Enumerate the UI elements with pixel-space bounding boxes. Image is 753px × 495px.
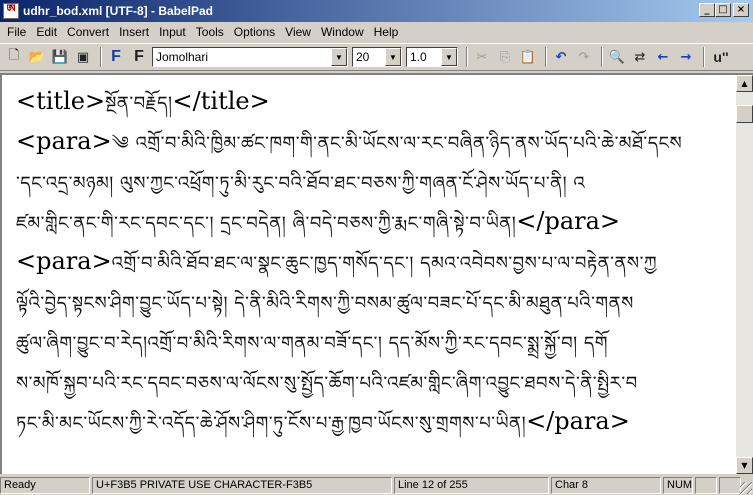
app-icon[interactable]: ཨ bbox=[3, 2, 19, 19]
line-tibetan-text: ཏང་མི་མང་ཡོངས་ཀྱི་རེ་འདོད་ཆེ་ཤོས་ཤིག་ཏུ་… bbox=[16, 413, 527, 434]
line-tibetan-text: ཛམ་གླིང་ནང་གི་རང་དབང་དང་། དྲང་བདེན། ཞི་བ… bbox=[16, 213, 517, 234]
status-num: NUM bbox=[663, 476, 693, 494]
chevron-down-icon[interactable]: ▼ bbox=[441, 48, 457, 66]
menu-help[interactable]: Help bbox=[369, 23, 404, 41]
line-markup-close: </title> bbox=[172, 87, 270, 115]
menu-convert[interactable]: Convert bbox=[62, 23, 114, 41]
chevron-down-icon[interactable]: ▼ bbox=[385, 48, 401, 66]
vertical-scrollbar[interactable]: ▲ ▼ bbox=[736, 75, 753, 474]
line-tibetan-text: ཚུལ་ཞིག་བྱུང་བ་རེད།འགྲོ་བ་མིའི་རིགས་ལ་གན… bbox=[16, 333, 608, 354]
menu-view[interactable]: View bbox=[280, 23, 316, 41]
arrow-right-icon[interactable]: → bbox=[676, 47, 696, 67]
menu-bar: File Edit Convert Insert Input Tools Opt… bbox=[0, 22, 753, 42]
status-state: Ready bbox=[0, 476, 90, 494]
line-markup-open: <para> bbox=[16, 127, 112, 155]
cut-icon[interactable]: ✂ bbox=[472, 47, 492, 67]
unicode-button[interactable]: u'' bbox=[709, 47, 733, 67]
menu-insert[interactable]: Insert bbox=[114, 23, 154, 41]
minimize-button[interactable]: _ bbox=[699, 3, 715, 17]
status-empty bbox=[719, 476, 741, 494]
menu-file[interactable]: File bbox=[2, 23, 31, 41]
line-markup-open: <para> bbox=[16, 247, 112, 275]
scroll-up-icon[interactable]: ▲ bbox=[736, 75, 753, 92]
replace-icon[interactable]: ⇄ bbox=[630, 47, 650, 67]
copy-icon[interactable]: ⎘ bbox=[495, 47, 515, 67]
status-char-pos: Char 8 bbox=[551, 476, 661, 494]
scroll-down-icon[interactable]: ▼ bbox=[736, 457, 753, 474]
find-icon[interactable]: 🔍 bbox=[607, 47, 627, 67]
line-markup-open: <title> bbox=[16, 87, 106, 115]
maximize-button[interactable]: □ bbox=[715, 3, 731, 17]
window-title: udhr_bod.xml [UTF-8] - BabelPad bbox=[23, 4, 214, 18]
status-bar: Ready U+F3B5 PRIVATE USE CHARACTER-F3B5 … bbox=[0, 475, 753, 495]
toolbar: 🗋 📂 💾 ▣ F F Jomolhari ▼ 20 ▼ 1.0 ▼ ✂ ⎘ 📋… bbox=[0, 43, 753, 71]
paste-icon[interactable]: 📋 bbox=[518, 47, 538, 67]
line-spacing-value: 1.0 bbox=[410, 50, 427, 64]
document-text[interactable]: <title>སྔོན་བརྗོད།</title> <para>༄ འགྲོ་… bbox=[16, 81, 732, 441]
close-button[interactable]: × bbox=[733, 3, 749, 17]
chevron-down-icon[interactable]: ▼ bbox=[331, 48, 347, 66]
line-tibetan-text: ལྟོའི་བྱེད་སྟངས་ཤིག་བྱུང་ཡོད་པ་སྟེ། དེ་ན… bbox=[16, 293, 634, 314]
text-line: <para>༄ འགྲོ་བ་མིའི་ཁྱིམ་ཚང་ཁག་གི་ནང་མི་… bbox=[16, 121, 732, 161]
menu-window[interactable]: Window bbox=[316, 23, 369, 41]
scroll-thumb[interactable] bbox=[736, 105, 753, 123]
menu-tools[interactable]: Tools bbox=[191, 23, 229, 41]
text-editor[interactable]: <title>སྔོན་བརྗོད།</title> <para>༄ འགྲོ་… bbox=[0, 73, 753, 474]
font-name-value: Jomolhari bbox=[156, 50, 209, 64]
open-folder-icon[interactable]: 📂 bbox=[27, 47, 47, 67]
toolbar-separator bbox=[466, 47, 468, 67]
status-line-info: Line 12 of 255 bbox=[394, 476, 549, 494]
undo-icon[interactable]: ↶ bbox=[551, 47, 571, 67]
text-line: <title>སྔོན་བརྗོད།</title> bbox=[16, 81, 732, 121]
redo-icon[interactable]: ↷ bbox=[574, 47, 594, 67]
text-line: ཏང་མི་མང་ཡོངས་ཀྱི་རེ་འདོད་ཆེ་ཤོས་ཤིག་ཏུ་… bbox=[16, 401, 732, 441]
toolbar-separator bbox=[703, 47, 705, 67]
line-tibetan-text: ༄ འགྲོ་བ་མིའི་ཁྱིམ་ཚང་ཁག་གི་ནང་མི་ཡོངས་ལ… bbox=[111, 133, 683, 154]
window-controls: _ □ × bbox=[699, 3, 749, 17]
font-button-1[interactable]: F bbox=[106, 47, 126, 67]
line-spacing-select[interactable]: 1.0 ▼ bbox=[406, 47, 458, 67]
menu-edit[interactable]: Edit bbox=[31, 23, 62, 41]
line-tibetan-text: སྔོན་བརྗོད། bbox=[105, 93, 173, 114]
new-file-icon[interactable]: 🗋 bbox=[4, 47, 24, 67]
toolbar-separator bbox=[100, 47, 102, 67]
line-tibetan-text: ་དང་འདྲ་མཉམ། ལུས་ཀྱང་འཕྲོག་ཏུ་མི་རུང་བའི… bbox=[16, 173, 586, 194]
text-line: ་དང་འདྲ་མཉམ། ལུས་ཀྱང་འཕྲོག་ཏུ་མི་རུང་བའི… bbox=[16, 161, 732, 201]
line-tibetan-text: ས་མཁོ་སྐྱབ་པའི་རང་དབང་བཅས་ལ་ལོངས་སུ་སྤྱོ… bbox=[16, 373, 638, 394]
font-name-select[interactable]: Jomolhari ▼ bbox=[152, 47, 348, 67]
text-line: ས་མཁོ་སྐྱབ་པའི་རང་དབང་བཅས་ལ་ལོངས་སུ་སྤྱོ… bbox=[16, 361, 732, 401]
font-size-value: 20 bbox=[356, 50, 370, 64]
text-line: <para>འགྲོ་བ་མིའི་ཐོབ་ཐང་ལ་སྣང་ཆུང་ཁྱད་ག… bbox=[16, 241, 732, 281]
title-bar[interactable]: ཨ udhr_bod.xml [UTF-8] - BabelPad _ □ × bbox=[0, 0, 753, 22]
menu-options[interactable]: Options bbox=[229, 23, 280, 41]
line-markup-close: </para> bbox=[516, 207, 621, 235]
status-char-info: U+F3B5 PRIVATE USE CHARACTER-F3B5 bbox=[92, 476, 392, 494]
line-tibetan-text: འགྲོ་བ་མིའི་ཐོབ་ཐང་ལ་སྣང་ཆུང་ཁྱད་གསོད་དང… bbox=[111, 253, 658, 274]
save-all-icon[interactable]: ▣ bbox=[73, 47, 93, 67]
toolbar-separator bbox=[545, 47, 547, 67]
save-icon[interactable]: 💾 bbox=[50, 47, 70, 67]
font-size-select[interactable]: 20 ▼ bbox=[352, 47, 402, 67]
status-empty bbox=[695, 476, 717, 494]
arrow-left-icon[interactable]: ← bbox=[653, 47, 673, 67]
line-markup-close: </para> bbox=[526, 407, 630, 435]
toolbar-separator bbox=[601, 47, 603, 67]
text-line: ཚུལ་ཞིག་བྱུང་བ་རེད།འགྲོ་བ་མིའི་རིགས་ལ་གན… bbox=[16, 321, 732, 361]
menu-input[interactable]: Input bbox=[154, 23, 191, 41]
text-line: ལྟོའི་བྱེད་སྟངས་ཤིག་བྱུང་ཡོད་པ་སྟེ། དེ་ན… bbox=[16, 281, 732, 321]
text-line: ཛམ་གླིང་ནང་གི་རང་དབང་དང་། དྲང་བདེན། ཞི་བ… bbox=[16, 201, 732, 241]
font-button-2[interactable]: F bbox=[129, 47, 149, 67]
resize-grip-icon[interactable] bbox=[740, 482, 752, 494]
